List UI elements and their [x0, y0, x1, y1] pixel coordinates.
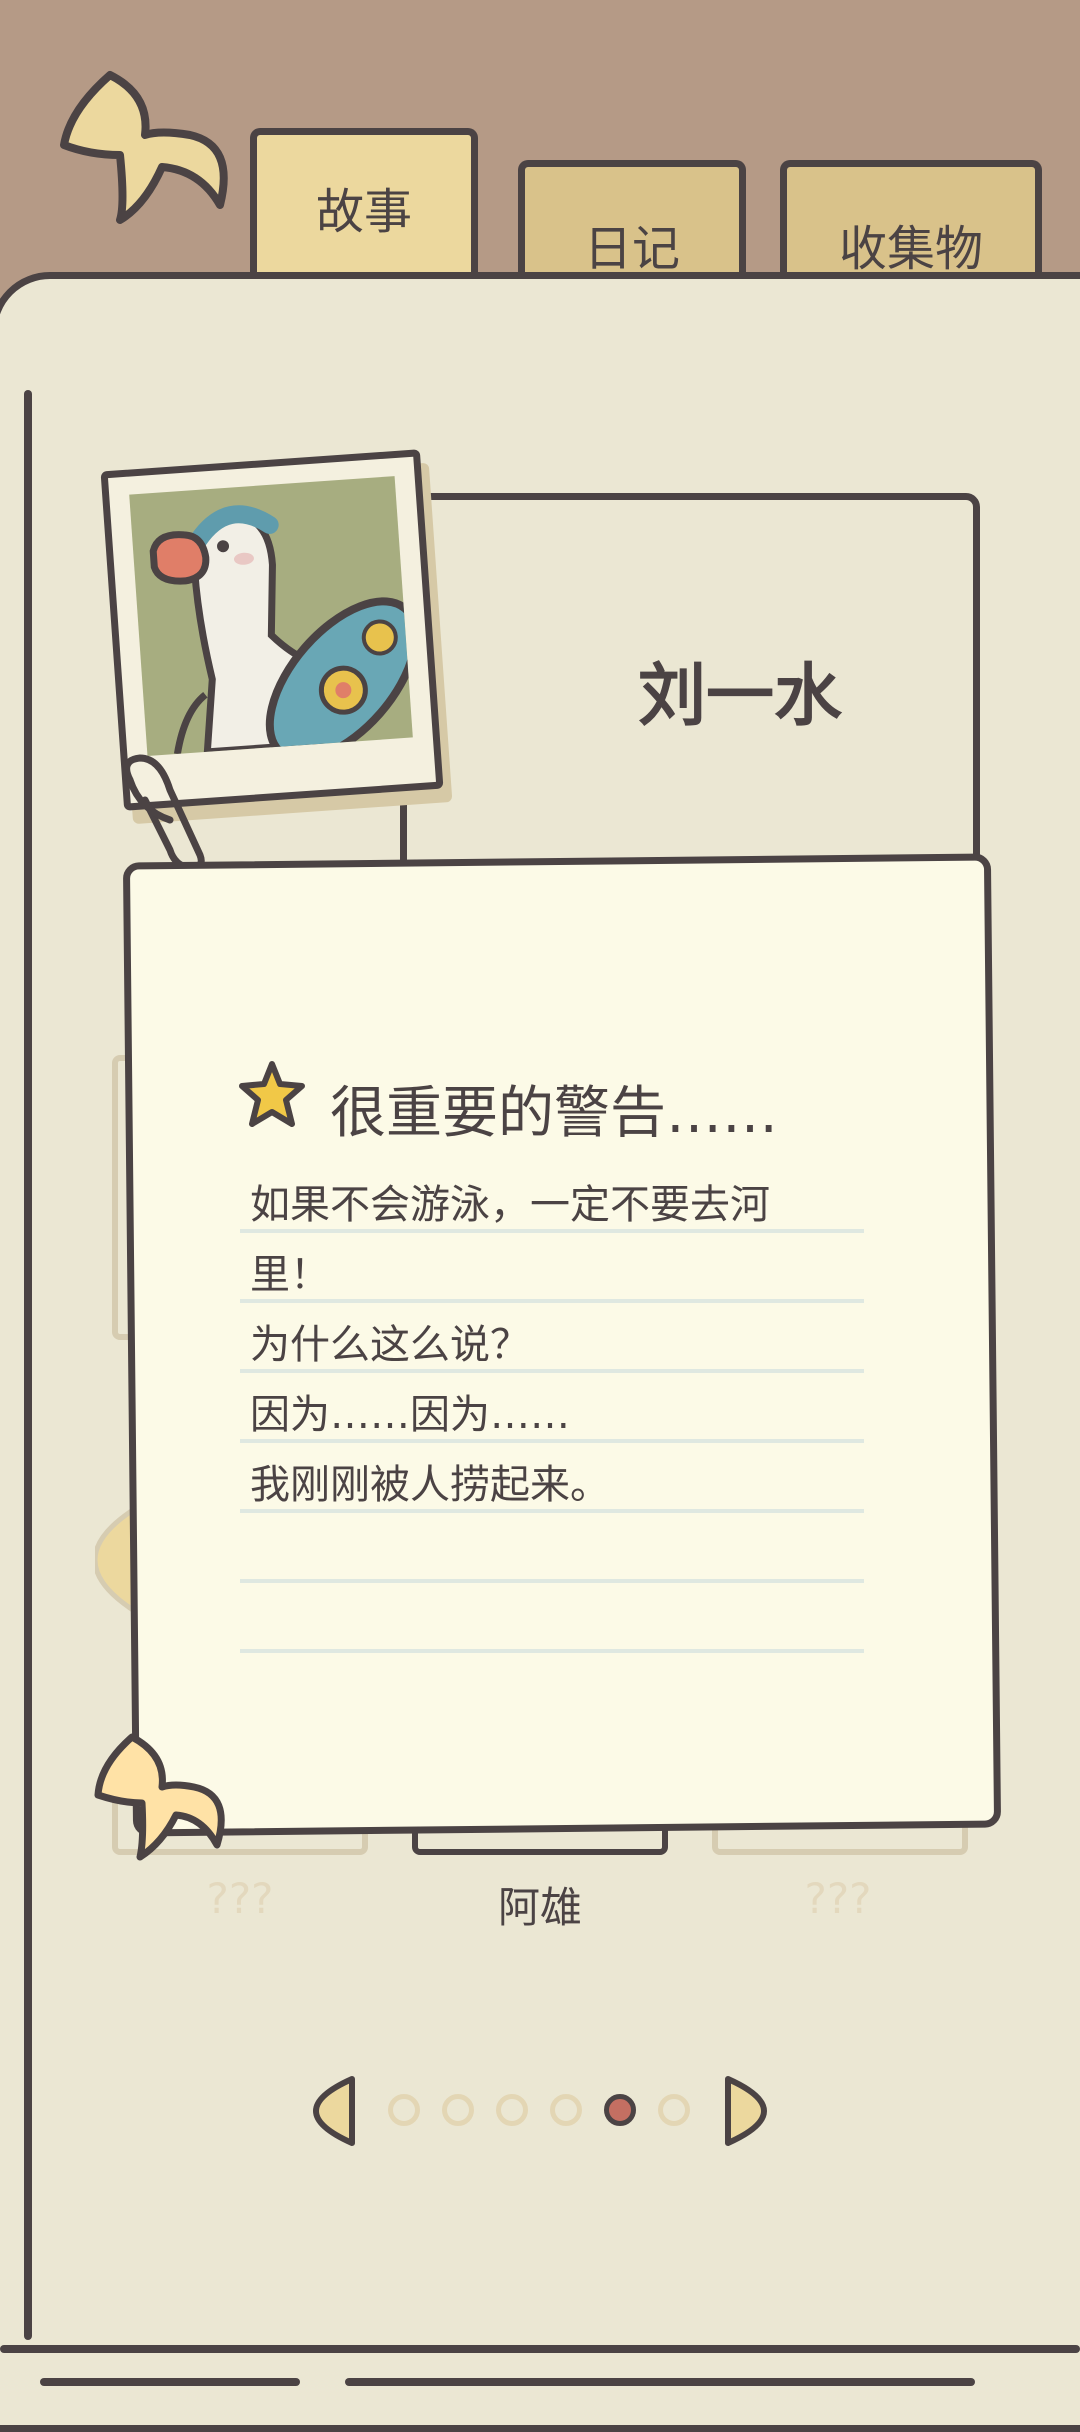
note-ruled-line — [240, 1299, 864, 1303]
next-page-button[interactable] — [722, 2075, 768, 2147]
page-dot[interactable] — [658, 2094, 690, 2126]
page-dot[interactable] — [604, 2094, 636, 2126]
paperclip-icon — [123, 754, 205, 870]
page-dot[interactable] — [550, 2094, 582, 2126]
notebook-bottom-edge — [40, 2378, 300, 2386]
tab-collection[interactable]: 收集物 — [780, 160, 1042, 290]
note-back-button[interactable] — [92, 1725, 242, 1865]
note-title: 很重要的警告…… — [330, 1081, 778, 1146]
note-text-line: 如果不会游泳，一定不要去河 — [250, 1182, 770, 1228]
page-dot[interactable] — [442, 2094, 474, 2126]
character-name: 刘一水 — [637, 657, 842, 736]
star-icon — [239, 1061, 305, 1127]
tab-diary-label: 日记 — [583, 220, 680, 277]
chevron-right-icon — [725, 2076, 767, 2146]
gallery-left-label: ??? — [206, 1874, 274, 1923]
gallery-right-label: ??? — [804, 1874, 872, 1923]
prev-page-button[interactable] — [312, 2075, 358, 2147]
back-arrow-button[interactable] — [50, 55, 240, 230]
back-arrow-icon — [94, 1733, 225, 1861]
note-text-line: 为什么这么说？ — [250, 1322, 530, 1368]
note-ruled-line — [240, 1649, 864, 1653]
page-dot[interactable] — [496, 2094, 528, 2126]
tab-diary[interactable]: 日记 — [518, 160, 746, 290]
notebook-binding-line — [24, 390, 32, 1660]
tab-collection-label: 收集物 — [838, 220, 983, 277]
notebook-bottom-edge — [345, 2378, 975, 2386]
chevron-left-icon — [313, 2076, 355, 2146]
goose-portrait — [129, 476, 413, 756]
goose-illustration — [149, 505, 413, 756]
tab-story[interactable]: 故事 — [250, 128, 478, 288]
note-text-line: 因为……因为…… — [250, 1392, 570, 1438]
tab-story-label: 故事 — [315, 183, 412, 240]
notebook-binding-line — [24, 1520, 32, 2340]
note-text-line: 我刚刚被人捞起来。 — [250, 1462, 610, 1508]
note-text-line: 里！ — [250, 1252, 330, 1298]
gallery-center-label: 阿雄 — [497, 1883, 582, 1932]
notebook-bottom-edge — [0, 2345, 1080, 2353]
back-arrow-icon — [60, 71, 228, 224]
page-dot[interactable] — [388, 2094, 420, 2126]
note-ruled-line — [240, 1579, 864, 1583]
